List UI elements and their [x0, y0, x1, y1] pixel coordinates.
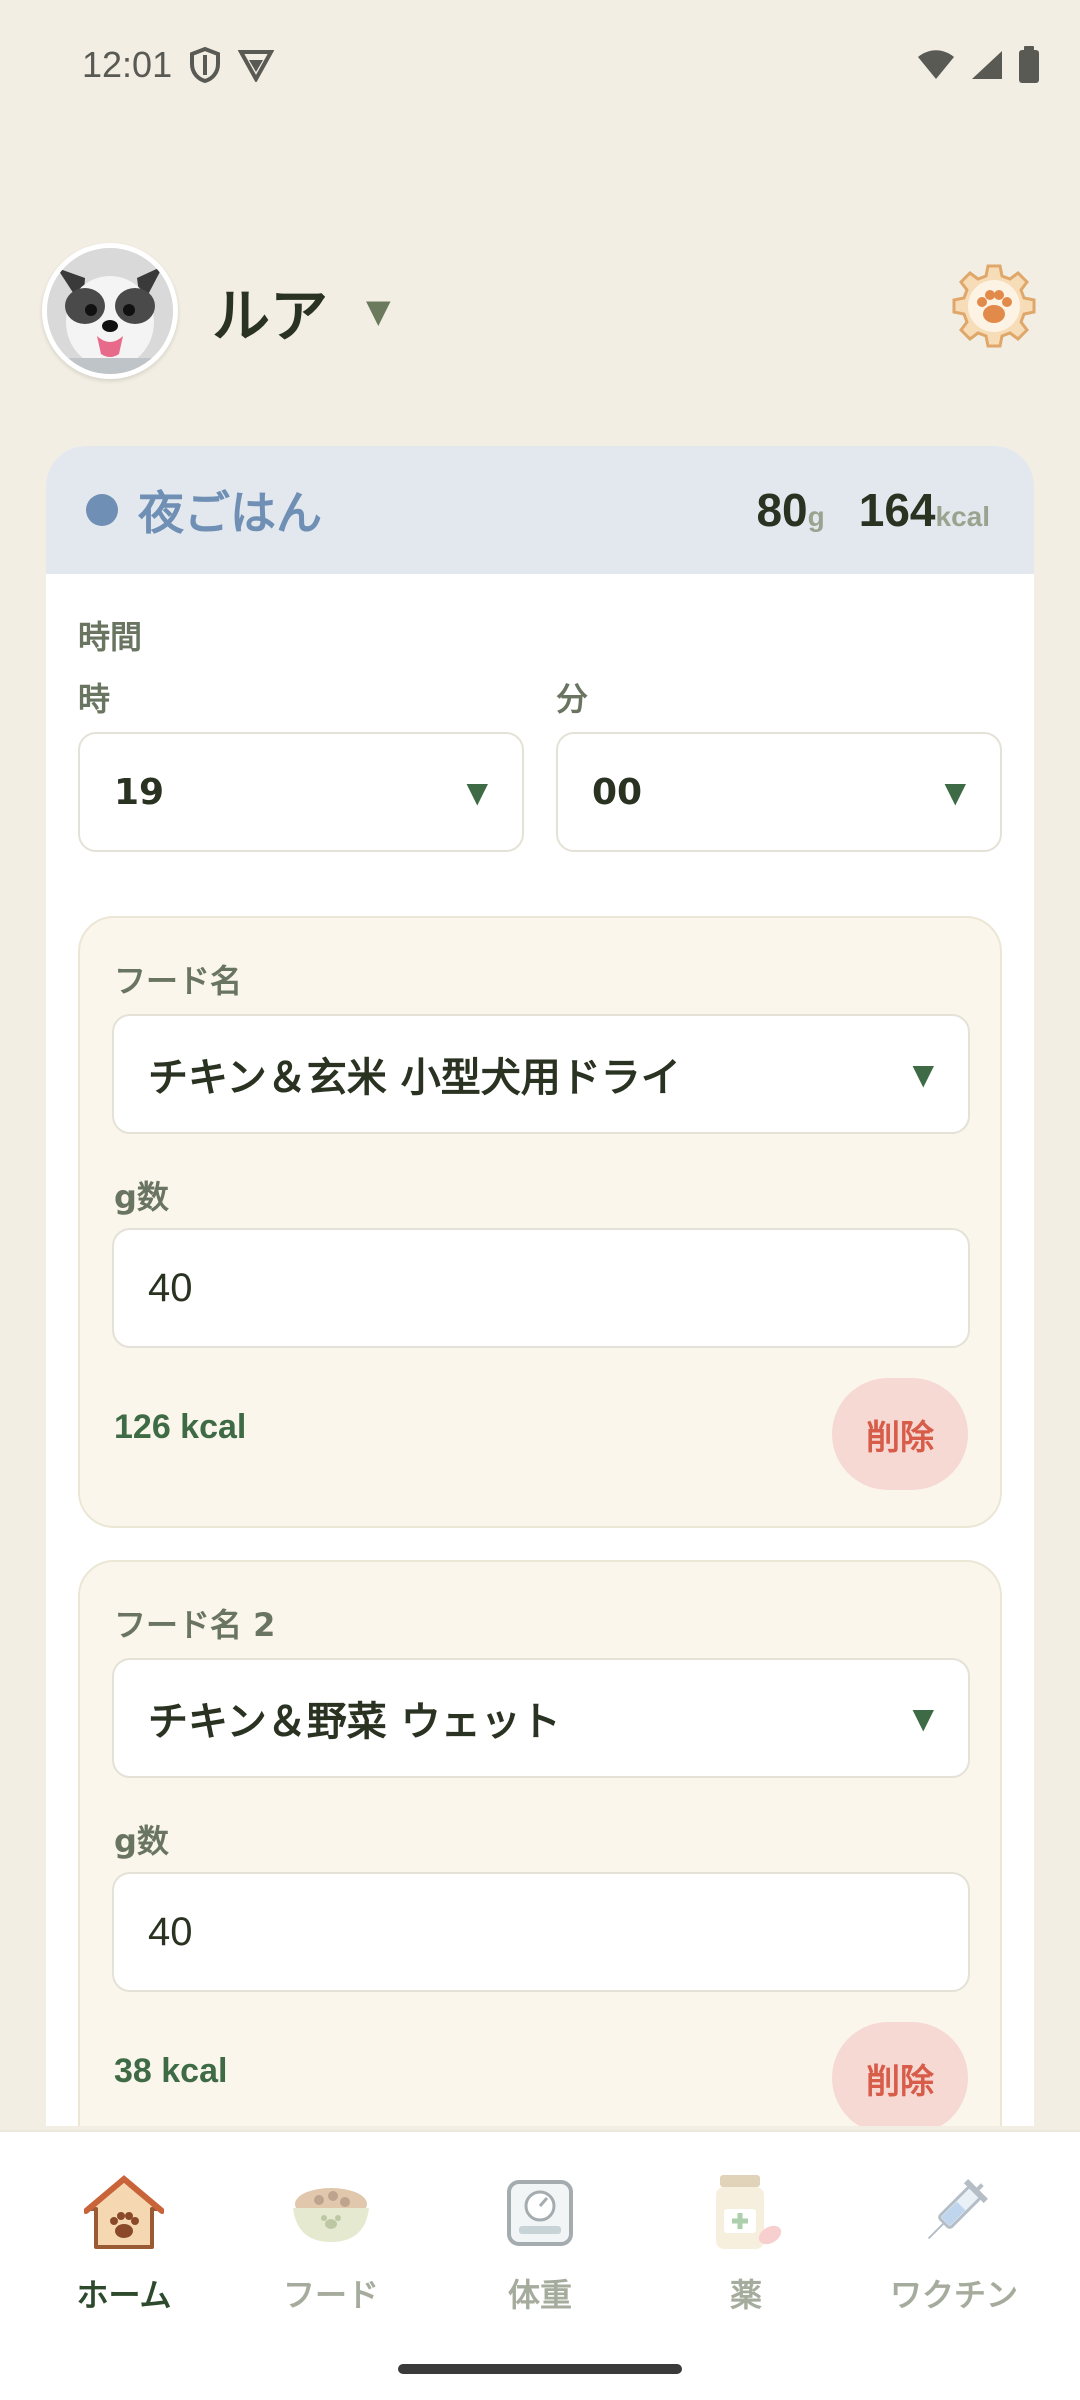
food-name-value: チキン＆野菜 ウェット — [148, 1699, 561, 1745]
meal-kcal-value: 164 — [858, 484, 936, 536]
battery-icon — [1019, 46, 1039, 83]
hour-select[interactable]: 19 ▼ — [78, 732, 524, 852]
home-indicator[interactable] — [398, 2364, 682, 2374]
nav-weight[interactable]: 体重 — [450, 2168, 630, 2316]
scale-icon — [492, 2168, 588, 2258]
vpn-icon — [238, 50, 275, 82]
nav-home[interactable]: ホーム — [34, 2168, 214, 2316]
chevron-down-icon: ▼ — [912, 1057, 934, 1091]
signal-icon — [972, 51, 1002, 79]
chevron-down-icon: ▼ — [944, 775, 966, 809]
delete-button[interactable]: 削除 — [832, 1378, 968, 1490]
meal-title: 夜ごはん — [138, 486, 322, 540]
minute-value: 00 — [592, 771, 643, 813]
chevron-down-icon: ▼ — [466, 775, 488, 809]
bottom-nav: ホーム フード 体重 薬 ワクチン — [0, 2130, 1080, 2400]
food-name-select[interactable]: チキン＆玄米 小型犬用ドライ ▼ — [112, 1014, 970, 1134]
nav-food[interactable]: フード — [241, 2168, 421, 2316]
meal-color-dot — [86, 494, 118, 526]
meal-grams-unit: g — [807, 501, 825, 532]
food-kcal: 38 kcal — [114, 2052, 228, 2090]
food-name-label: フード名 — [114, 962, 243, 1000]
meal-totals: 80 g 164 kcal — [756, 483, 990, 537]
meal-card: 夜ごはん 80 g 164 kcal 時間 時 分 19 ▼ 00 ▼ フード名… — [46, 446, 1034, 2126]
food-entry: フード名 チキン＆玄米 小型犬用ドライ ▼ g数 40 126 kcal 削除 — [78, 916, 1002, 1528]
meal-kcal-unit: kcal — [935, 501, 991, 532]
meal-card-header: 夜ごはん 80 g 164 kcal — [46, 446, 1034, 574]
dog-photo-icon — [47, 248, 173, 374]
food-name-select[interactable]: チキン＆野菜 ウェット ▼ — [112, 1658, 970, 1778]
nav-food-label: フード — [282, 2276, 379, 2314]
meal-grams-value: 80 — [756, 484, 808, 536]
hour-value: 19 — [114, 771, 165, 813]
food-entry: フード名 2 チキン＆野菜 ウェット ▼ g数 40 38 kcal 削除 — [78, 1560, 1002, 2126]
food-name-label: フード名 2 — [114, 1606, 276, 1644]
grams-input[interactable]: 40 — [112, 1872, 970, 1992]
chevron-down-icon: ▼ — [912, 1701, 934, 1735]
pet-name[interactable]: ルア — [212, 269, 328, 353]
minute-select[interactable]: 00 ▼ — [556, 732, 1002, 852]
food-name-value: チキン＆玄米 小型犬用ドライ — [148, 1055, 681, 1101]
status-time: 12:01 — [82, 44, 173, 85]
delete-button[interactable]: 削除 — [832, 2022, 968, 2126]
nav-vaccine-label: ワクチン — [889, 2276, 1018, 2314]
nav-medicine[interactable]: 薬 — [656, 2168, 836, 2316]
grams-label: g数 — [114, 1178, 169, 1216]
pet-header: ルア ▼ — [42, 242, 1042, 380]
status-left: 12:01 — [82, 44, 275, 86]
medicine-icon — [698, 2168, 794, 2258]
nav-home-label: ホーム — [76, 2276, 172, 2314]
time-label: 時間 — [78, 618, 143, 656]
nav-vaccine[interactable]: ワクチン — [864, 2168, 1044, 2316]
syringe-icon — [906, 2168, 1002, 2258]
pet-switch-caret-icon[interactable]: ▼ — [366, 292, 391, 330]
home-icon — [76, 2168, 172, 2258]
nav-medicine-label: 薬 — [729, 2276, 762, 2314]
food-kcal: 126 kcal — [114, 1408, 247, 1446]
status-bar: 12:01 — [0, 0, 1080, 130]
shield-icon — [190, 46, 221, 84]
gear-paw-icon — [952, 264, 1036, 348]
grams-input[interactable]: 40 — [112, 1228, 970, 1348]
hour-label: 時 — [78, 680, 111, 718]
settings-button[interactable] — [946, 260, 1042, 356]
pet-avatar[interactable] — [42, 243, 178, 379]
grams-label: g数 — [114, 1822, 169, 1860]
nav-weight-label: 体重 — [507, 2276, 572, 2314]
food-bowl-icon — [283, 2168, 379, 2258]
status-right — [916, 46, 1040, 84]
minute-label: 分 — [556, 680, 589, 718]
wifi-icon — [918, 50, 954, 79]
